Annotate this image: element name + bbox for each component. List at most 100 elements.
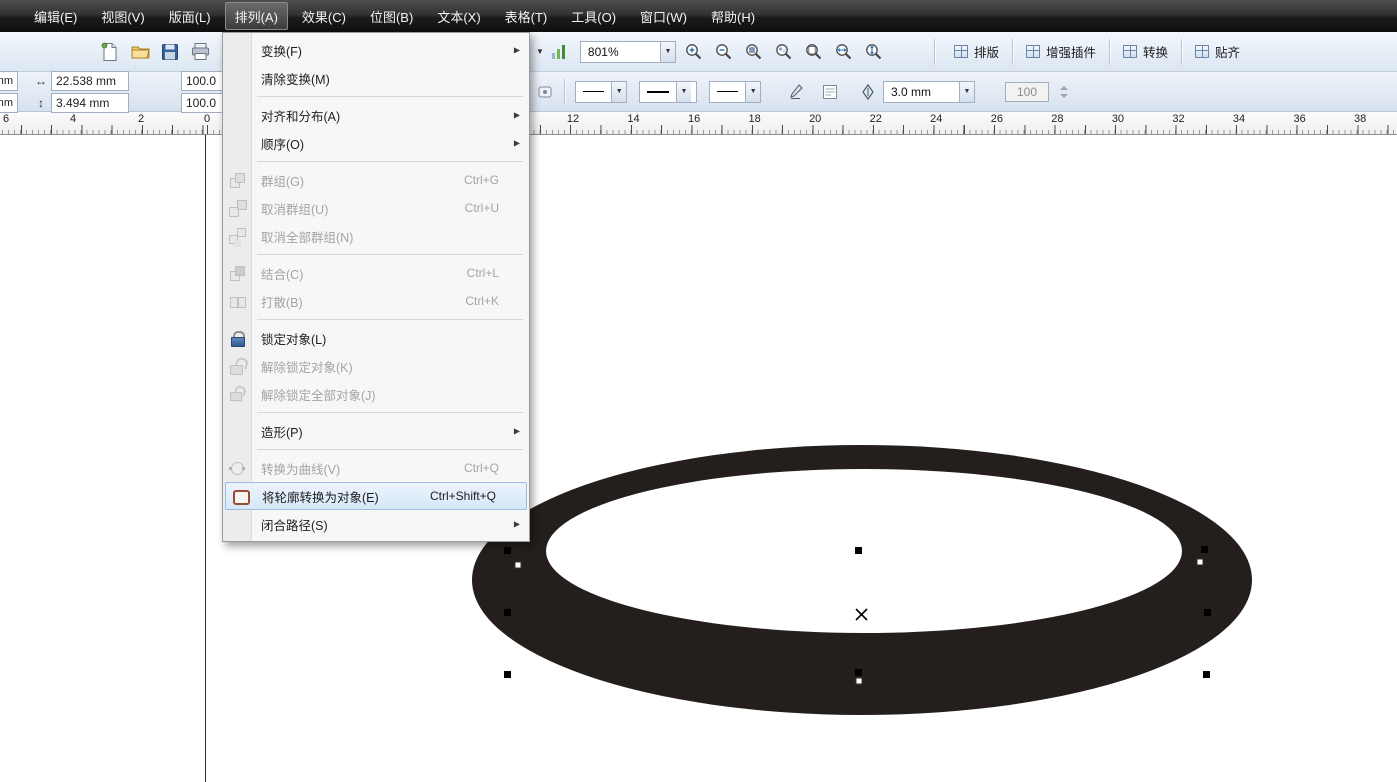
menu-item[interactable]: 变换(F) ▶ [223, 36, 529, 64]
print-icon[interactable] [188, 40, 212, 64]
outline-width-combo[interactable]: 3.0 mm ▼ [883, 80, 975, 103]
curve-node[interactable] [855, 677, 863, 685]
drawing-layer [472, 445, 1252, 715]
selection-handle-top-center[interactable] [855, 547, 862, 554]
docker-buttons-cluster: 排版 增强插件 转换 贴齐 [930, 32, 1249, 71]
menu-item-label: 打散(B) [261, 295, 303, 310]
open-folder-icon[interactable] [128, 40, 152, 64]
convert-to-curves-icon [229, 460, 245, 476]
scale-vertical-value: 100.0 [186, 95, 217, 110]
convert-icon [1123, 45, 1138, 58]
menu-item: 解除锁定全部对象(J) [223, 380, 529, 408]
arrange-menu-items: 变换(F) ▶ 清除变换(M) 对齐和分布(A) ▶ 顺序(O) ▶ 群组(G) Ctrl+G 取… [223, 36, 529, 538]
menubar-item-help[interactable]: 帮助(H) [701, 2, 765, 30]
menu-item: 结合(C) Ctrl+L [223, 259, 529, 287]
object-x-unit: mm [0, 74, 13, 87]
zoom-page-height-icon[interactable] [862, 41, 886, 63]
scale-horizontal-field[interactable]: 100.0 [181, 70, 227, 91]
menu-item[interactable]: 将轮廓转换为对象(E) Ctrl+Shift+Q [225, 482, 527, 510]
menu-item[interactable]: 顺序(O) ▶ [223, 129, 529, 157]
object-width-field[interactable]: 22.538 mm [51, 70, 129, 91]
menubar: 编辑(E) 视图(V) 版面(L) 排列(A) 效果(C) 位图(B) 文本(X) 表格(T)… [0, 0, 1397, 32]
menubar-item-tools[interactable]: 工具(O) [561, 2, 626, 30]
line-style-dropdown-icon[interactable]: ▼ [676, 81, 691, 102]
menu-item-label: 解除锁定对象(K) [261, 360, 353, 375]
menu-item-label: 变换(F) [261, 44, 302, 59]
selection-handle-mid-left[interactable] [504, 609, 511, 616]
toolbar-button-convert[interactable]: 转换 [1114, 38, 1177, 65]
ruler-number: 38 [1354, 113, 1367, 125]
menubar-item-effects[interactable]: 效果(C) [292, 2, 356, 30]
toolbar-button-typesetting[interactable]: 排版 [945, 38, 1008, 65]
outline-pen-icon[interactable] [787, 83, 805, 101]
menu-item-label: 清除变换(M) [261, 72, 330, 87]
menu-item-shortcut: Ctrl+L [466, 266, 499, 280]
zoom-level-combo[interactable]: 801% ▼ [579, 40, 676, 63]
arrange-menu: 变换(F) ▶ 清除变换(M) 对齐和分布(A) ▶ 顺序(O) ▶ 群组(G) Ctrl+G 取… [222, 32, 530, 542]
menu-item-label: 将轮廓转换为对象(E) [262, 490, 379, 505]
break-apart-icon [229, 293, 246, 309]
selection-handle-top-left[interactable] [504, 547, 511, 554]
zoom-page-width-icon[interactable] [832, 41, 856, 63]
zoom-all-objects-icon[interactable] [772, 41, 796, 63]
ellipse-properties-icon[interactable] [536, 83, 554, 101]
selection-handle-top-right[interactable] [1201, 546, 1208, 553]
zoom-selected-icon[interactable] [742, 41, 766, 63]
file-tools-cluster [98, 32, 212, 71]
menu-item[interactable]: 锁定对象(L) [223, 324, 529, 352]
menu-item[interactable]: 清除变换(M) [223, 64, 529, 92]
menubar-item-text[interactable]: 文本(X) [427, 2, 490, 30]
curve-node[interactable] [514, 561, 522, 569]
toolbar-button-snap[interactable]: 贴齐 [1186, 38, 1249, 65]
menubar-item-edit[interactable]: 编辑(E) [24, 2, 87, 30]
object-x-field[interactable]: mm [0, 70, 18, 91]
line-style-combo[interactable]: ▼ [639, 80, 697, 103]
ungroup-all-icon [229, 228, 246, 244]
stepper-icon[interactable] [1055, 83, 1073, 101]
arrow-start-combo[interactable]: ▼ [575, 80, 627, 103]
zoom-dropdown-arrow-icon[interactable]: ▼ [659, 41, 675, 62]
menu-separator [257, 96, 523, 97]
menu-item[interactable]: 造形(P) ▶ [223, 417, 529, 445]
menu-item[interactable]: 对齐和分布(A) ▶ [223, 101, 529, 129]
text-wrap-icon[interactable] [821, 83, 839, 101]
save-icon[interactable] [158, 40, 182, 64]
object-height-field[interactable]: 3.494 mm [51, 92, 129, 113]
menu-item[interactable]: 闭合路径(S) ▶ [223, 510, 529, 538]
arrow-start-swatch [583, 91, 605, 92]
menubar-item-layout[interactable]: 版面(L) [159, 2, 221, 30]
ruler-number: 32 [1172, 113, 1185, 125]
selection-handle-bottom-right[interactable] [1203, 671, 1210, 678]
object-height-icon: ↕ [38, 95, 44, 110]
levels-icon[interactable] [550, 43, 568, 61]
curve-node[interactable] [1196, 558, 1204, 566]
object-y-field[interactable]: mm [0, 92, 18, 113]
menubar-item-arrange[interactable]: 排列(A) [224, 2, 288, 30]
toolbar-separator [1109, 38, 1111, 65]
menubar-item-table[interactable]: 表格(T) [495, 2, 558, 30]
snap-icon [1195, 45, 1210, 58]
outline-width-dropdown-icon[interactable]: ▼ [959, 81, 974, 102]
arrow-start-dropdown-icon[interactable]: ▼ [611, 81, 626, 102]
selection-handle-bottom-center[interactable] [855, 669, 862, 676]
transparency-field[interactable]: 100 [1005, 81, 1049, 102]
zoom-in-icon[interactable] [682, 41, 706, 63]
arrow-end-dropdown-icon[interactable]: ▼ [745, 81, 760, 102]
toolbar-separator [1012, 38, 1014, 65]
arrow-end-combo[interactable]: ▼ [709, 80, 761, 103]
hidden-combo-arrow-icon[interactable]: ▼ [536, 47, 544, 56]
submenu-arrow-icon: ▶ [513, 426, 520, 436]
toolbar-button-plugins[interactable]: 增强插件 [1017, 38, 1105, 65]
zoom-page-icon[interactable] [802, 41, 826, 63]
new-document-icon[interactable] [98, 40, 122, 64]
ungroup-icon [229, 200, 247, 217]
horizontal-ruler[interactable]: 6 4 2 0 12 14 16 18 20 22 24 26 28 30 32 34 36 38 [0, 112, 1397, 135]
menubar-item-window[interactable]: 窗口(W) [630, 2, 697, 30]
zoom-out-icon[interactable] [712, 41, 736, 63]
menubar-item-view[interactable]: 视图(V) [91, 2, 154, 30]
menubar-item-bitmaps[interactable]: 位图(B) [360, 2, 423, 30]
selection-handle-mid-right[interactable] [1204, 609, 1211, 616]
selection-handle-bottom-left[interactable] [504, 671, 511, 678]
canvas[interactable] [0, 135, 1397, 782]
scale-vertical-field[interactable]: 100.0 [181, 92, 227, 113]
